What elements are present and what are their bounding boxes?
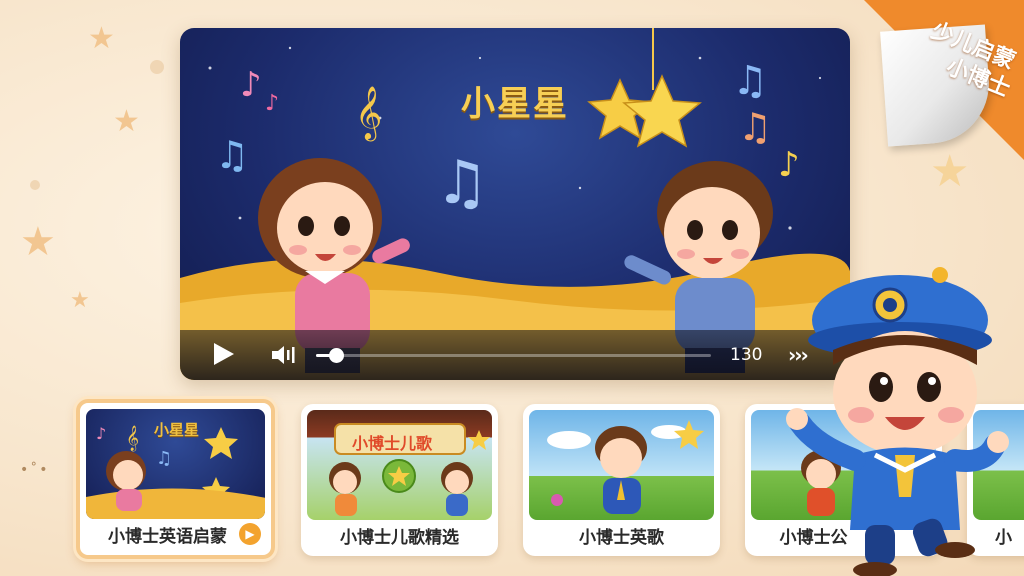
svg-text:♫: ♫ xyxy=(435,148,489,218)
card-thumbnail: 小博士儿歌 xyxy=(307,410,492,520)
progress-knob[interactable] xyxy=(328,348,344,363)
background-dot xyxy=(150,60,164,74)
card-thumb-title: 小星星 xyxy=(154,421,200,439)
mascot-character xyxy=(786,267,1009,576)
volume-icon[interactable] xyxy=(272,344,298,366)
card-label: 小博士英歌 xyxy=(579,528,664,548)
video-player[interactable]: ♪ ♪ ♫ 𝄞 ♫ ♫ ♫ ♪ 小星星 130 ››› xyxy=(180,28,850,380)
background-star-icon: ★ xyxy=(88,21,115,56)
card-thumbnail xyxy=(529,410,714,520)
video-card[interactable]: 小博士英歌 xyxy=(523,404,720,556)
svg-text:♪: ♪ xyxy=(778,145,800,185)
video-card[interactable]: 小博士儿歌 小博士儿歌精选 xyxy=(301,404,498,556)
svg-text:𝄞: 𝄞 xyxy=(126,425,139,451)
video-title: 小星星 xyxy=(461,84,569,124)
time-label: 130 xyxy=(730,345,763,365)
progress-bar[interactable] xyxy=(316,348,711,363)
card-label: 小博士儿歌精选 xyxy=(340,528,459,548)
background-star-icon: ★ xyxy=(70,288,90,313)
decorative-dots: •˚• xyxy=(20,462,50,478)
play-badge-icon[interactable]: ▶ xyxy=(239,523,261,545)
card-thumb-title: 小博士儿歌 xyxy=(352,434,433,453)
brand-corner-badge: 少儿启蒙 小博士 xyxy=(864,0,1024,160)
svg-text:♫: ♫ xyxy=(156,448,172,469)
player-controls: 130 ››› xyxy=(180,330,850,380)
background-star-icon: ★ xyxy=(20,219,56,265)
svg-text:♫: ♫ xyxy=(215,133,249,177)
video-card[interactable]: ♪ 𝄞 ♫ 小星星 小博士英语启蒙 ▶ xyxy=(76,399,275,559)
background-dot xyxy=(30,180,40,190)
play-icon[interactable] xyxy=(214,343,234,365)
svg-text:♪: ♪ xyxy=(96,424,106,443)
background-star-icon: ★ xyxy=(113,104,140,139)
card-thumbnail: ♪ 𝄞 ♫ 小星星 xyxy=(86,409,265,519)
